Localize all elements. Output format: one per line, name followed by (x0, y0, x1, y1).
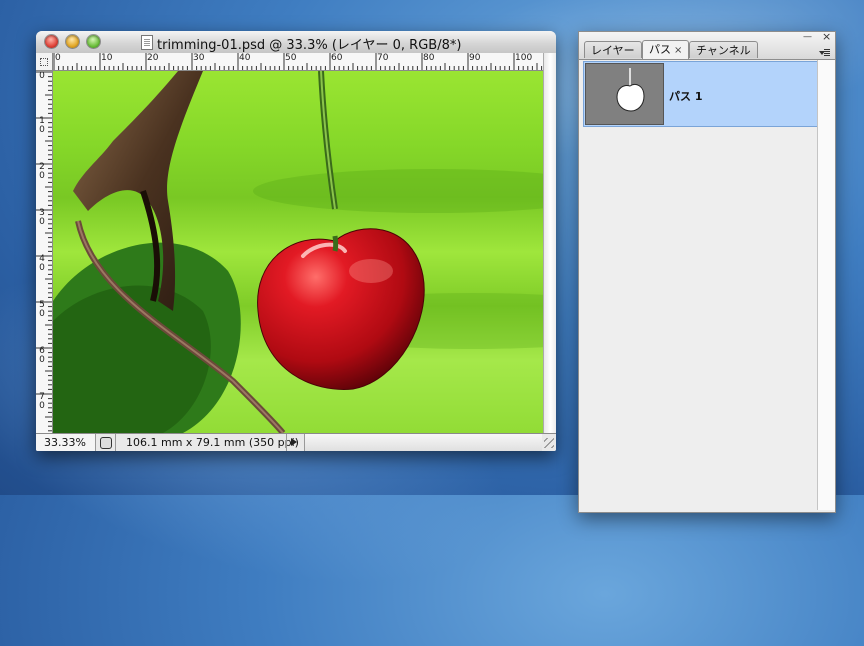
tab-label: チャンネル (696, 44, 751, 57)
ruler-label: 0 (55, 53, 61, 63)
zoom-button[interactable] (87, 35, 100, 48)
ruler-label: 5 0 (39, 300, 45, 319)
document-window: trimming-01.psd @ 33.3% (レイヤー 0, RGB/8*)… (36, 31, 556, 451)
tab-close-icon[interactable]: × (674, 45, 682, 56)
close-button[interactable] (45, 35, 58, 48)
tab-layers[interactable]: レイヤー (584, 41, 642, 58)
vertical-ruler[interactable]: 0 1 0 2 0 3 0 4 0 5 0 6 0 7 0 (36, 71, 53, 433)
ruler-label: 0 (39, 71, 45, 81)
path-shape-icon (616, 68, 645, 112)
ruler-label: 50 (285, 53, 297, 63)
ruler-label: 1 0 (39, 116, 45, 135)
ruler-label: 10 (101, 53, 113, 63)
ruler-label: 30 (193, 53, 205, 63)
ruler-label: 6 0 (39, 346, 45, 365)
panel-close-icon[interactable]: × (822, 31, 831, 42)
tab-label: パス (649, 43, 671, 56)
paths-panel: — × レイヤー パス × チャンネル パス 1 (578, 31, 836, 513)
image-canvas[interactable] (53, 71, 543, 433)
ruler-label: 3 0 (39, 208, 45, 227)
minimize-button[interactable] (66, 35, 79, 48)
path-name-label: パス 1 (669, 90, 703, 103)
path-thumbnail (585, 63, 664, 125)
ruler-label: 2 0 (39, 162, 45, 181)
ruler-label: 100 (515, 53, 533, 63)
ruler-label: 40 (239, 53, 251, 63)
document-size-info: 106.1 mm x 79.1 mm (350 ppi) (126, 436, 299, 449)
ruler-label: 4 0 (39, 254, 45, 273)
tab-label: レイヤー (591, 44, 635, 57)
status-bar: 33.33% 106.1 mm x 79.1 mm (350 ppi) (36, 433, 556, 451)
zoom-level-field[interactable]: 33.33% (36, 434, 96, 451)
divider (286, 434, 287, 451)
panel-minimize-icon[interactable]: — (803, 33, 812, 42)
document-proxy-icon[interactable] (141, 35, 153, 50)
panel-tab-bar[interactable]: — × レイヤー パス × チャンネル (579, 31, 835, 60)
horizontal-ruler[interactable]: 0 10 20 30 40 50 60 70 80 90 100 (53, 53, 543, 71)
ruler-origin[interactable] (36, 53, 53, 71)
ruler-label: 60 (331, 53, 343, 63)
window-title: trimming-01.psd @ 33.3% (レイヤー 0, RGB/8*) (157, 38, 462, 53)
ruler-label: 7 0 (39, 392, 45, 411)
vertical-scrollbar[interactable] (543, 53, 556, 433)
tab-paths[interactable]: パス × (642, 40, 690, 59)
ruler-label: 70 (377, 53, 389, 63)
cherry-photo (53, 71, 543, 433)
ruler-label: 80 (423, 53, 435, 63)
cycle-icon[interactable] (100, 437, 112, 449)
resize-grip-icon[interactable] (542, 436, 554, 448)
panel-scrollbar[interactable] (817, 60, 835, 510)
divider (115, 434, 116, 451)
ruler-label: 90 (469, 53, 481, 63)
tab-channels[interactable]: チャンネル (689, 41, 758, 58)
panel-menu-icon[interactable] (819, 49, 831, 57)
horizontal-scrollbar[interactable] (304, 434, 542, 451)
ruler-label: 20 (147, 53, 159, 63)
status-menu-arrow-icon[interactable] (291, 438, 297, 446)
title-bar[interactable]: trimming-01.psd @ 33.3% (レイヤー 0, RGB/8*) (36, 31, 556, 54)
path-list-item[interactable]: パス 1 (583, 61, 818, 127)
